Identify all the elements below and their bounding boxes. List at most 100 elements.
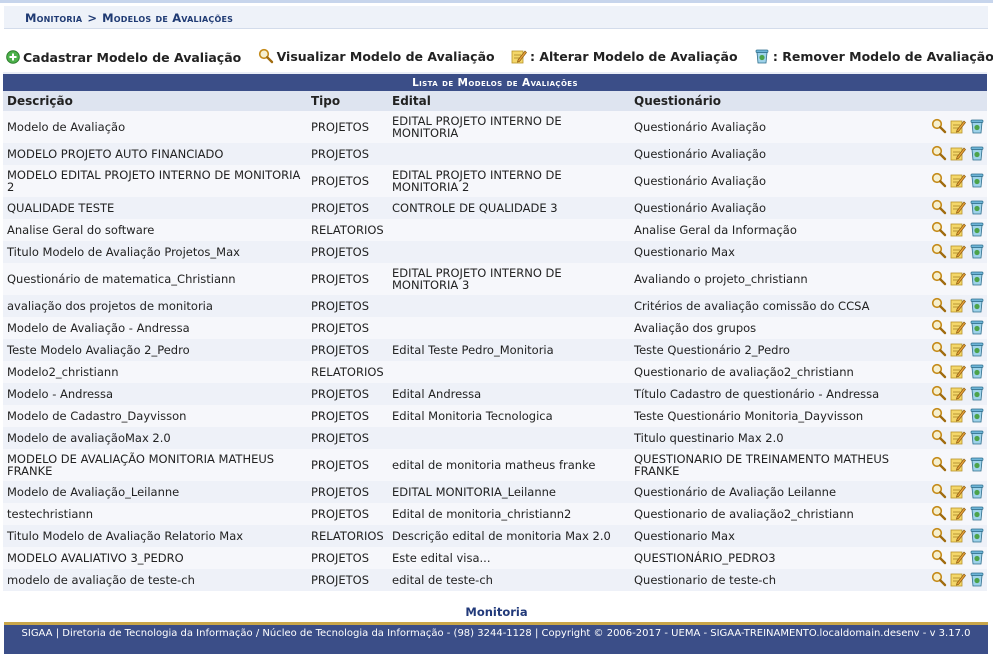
view-model-icon-button[interactable]	[931, 456, 947, 474]
table-row: testechristiann PROJETOS Edital de monitor…	[3, 503, 988, 525]
remove-model-icon-button[interactable]	[969, 407, 985, 425]
table-row: MODELO DE AVALIAÇÃO MONITORIA MATHEUS FR…	[3, 449, 988, 481]
view-model-icon-button[interactable]	[931, 270, 947, 288]
remove-model-label: : Remover Modelo de Avaliação	[772, 48, 993, 64]
cell-questionario: Teste Questionário Monitoria_Dayvisson	[630, 405, 916, 427]
row-actions	[916, 569, 988, 591]
cell-tipo: PROJETOS	[307, 481, 388, 503]
edit-model-icon-button[interactable]	[950, 145, 966, 163]
magnifier-icon	[931, 549, 947, 565]
view-model-icon-button[interactable]	[931, 385, 947, 403]
cell-descricao: Modelo de Avaliação - Andressa	[3, 317, 307, 339]
edit-model-icon-button[interactable]	[950, 505, 966, 523]
remove-model-icon-button[interactable]	[969, 571, 985, 589]
pencil-icon	[511, 50, 527, 64]
remove-model-icon-button[interactable]	[969, 456, 985, 474]
pencil-icon	[950, 365, 966, 379]
pencil-icon	[950, 573, 966, 587]
remove-model-icon-button[interactable]	[969, 297, 985, 315]
remove-model-icon-button[interactable]	[969, 172, 985, 190]
view-model-icon-button[interactable]	[931, 429, 947, 447]
edit-model-icon-button[interactable]	[950, 172, 966, 190]
edit-model-icon-button[interactable]	[950, 456, 966, 474]
cell-tipo: PROJETOS	[307, 449, 388, 481]
edit-model-icon-button[interactable]	[950, 549, 966, 567]
view-model-icon-button[interactable]	[931, 363, 947, 381]
remove-model-icon-button[interactable]	[969, 270, 985, 288]
cell-questionario: Questionário Avaliação	[630, 143, 916, 165]
row-actions	[916, 111, 988, 143]
edit-model-icon-button[interactable]	[950, 571, 966, 589]
row-actions	[916, 449, 988, 481]
cell-descricao: Teste Modelo Avaliação 2_Pedro	[3, 339, 307, 361]
edit-model-icon-button[interactable]	[950, 527, 966, 545]
top-accent-line	[0, 0, 993, 3]
remove-model-icon-button[interactable]	[969, 429, 985, 447]
view-model-icon-button[interactable]	[931, 172, 947, 190]
remove-model-icon-button[interactable]	[969, 341, 985, 359]
remove-model-icon-button[interactable]	[969, 385, 985, 403]
column-header-questionario: Questionário	[630, 91, 916, 111]
table-row: Modelo de Avaliação_Leilanne PROJETOS EDIT…	[3, 481, 988, 503]
edit-model-icon-button[interactable]	[950, 270, 966, 288]
edit-model-icon-button[interactable]	[950, 243, 966, 261]
view-model-legend: Visualizar Modelo de Avaliação	[258, 48, 495, 64]
view-model-icon-button[interactable]	[931, 571, 947, 589]
view-model-icon-button[interactable]	[931, 221, 947, 239]
row-actions	[916, 295, 988, 317]
remove-model-icon-button[interactable]	[969, 483, 985, 501]
trash-icon	[970, 408, 984, 423]
view-model-icon-button[interactable]	[931, 505, 947, 523]
edit-model-icon-button[interactable]	[950, 341, 966, 359]
remove-model-icon-button[interactable]	[969, 363, 985, 381]
edit-model-icon-button[interactable]	[950, 319, 966, 337]
remove-model-icon-button[interactable]	[969, 199, 985, 217]
trash-icon	[970, 342, 984, 357]
breadcrumb: Monitoria > Modelos de Avaliações	[4, 6, 988, 29]
cell-questionario: Critérios de avaliação comissão do CCSA	[630, 295, 916, 317]
edit-model-icon-button[interactable]	[950, 385, 966, 403]
view-model-icon-button[interactable]	[931, 118, 947, 136]
view-model-icon-button[interactable]	[931, 297, 947, 315]
view-model-icon-button[interactable]	[931, 199, 947, 217]
view-model-icon-button[interactable]	[931, 527, 947, 545]
pencil-icon	[950, 529, 966, 543]
view-model-icon-button[interactable]	[931, 341, 947, 359]
edit-model-icon-button[interactable]	[950, 199, 966, 217]
edit-model-icon-button[interactable]	[950, 221, 966, 239]
edit-model-icon-button[interactable]	[950, 297, 966, 315]
view-model-icon-button[interactable]	[931, 145, 947, 163]
view-model-icon-button[interactable]	[931, 319, 947, 337]
cell-edital: EDITAL MONITORIA_Leilanne	[388, 481, 630, 503]
remove-model-icon-button[interactable]	[969, 549, 985, 567]
trash-icon	[970, 200, 984, 215]
view-model-icon-button[interactable]	[931, 243, 947, 261]
pencil-icon	[950, 272, 966, 286]
remove-model-icon-button[interactable]	[969, 527, 985, 545]
cell-questionario: Questionário Avaliação	[630, 111, 916, 143]
cell-questionario: Questionário Avaliação	[630, 197, 916, 219]
remove-model-icon-button[interactable]	[969, 505, 985, 523]
view-model-icon-button[interactable]	[931, 549, 947, 567]
remove-model-icon-button[interactable]	[969, 221, 985, 239]
view-model-icon-button[interactable]	[931, 407, 947, 425]
edit-model-icon-button[interactable]	[950, 118, 966, 136]
edit-model-icon-button[interactable]	[950, 407, 966, 425]
remove-model-icon-button[interactable]	[969, 145, 985, 163]
breadcrumb-module[interactable]: Monitoria	[25, 11, 82, 25]
edit-model-icon-button[interactable]	[950, 429, 966, 447]
edit-model-icon-button[interactable]	[950, 483, 966, 501]
edit-model-icon-button[interactable]	[950, 363, 966, 381]
table-row: Teste Modelo Avaliação 2_Pedro PROJETOS Ed…	[3, 339, 988, 361]
cell-tipo: PROJETOS	[307, 569, 388, 591]
magnifier-icon	[931, 363, 947, 379]
footer: SIGAA | Diretoria de Tecnologia da Infor…	[4, 622, 988, 654]
remove-model-icon-button[interactable]	[969, 243, 985, 261]
row-actions	[916, 525, 988, 547]
magnifier-icon	[931, 270, 947, 286]
remove-model-icon-button[interactable]	[969, 319, 985, 337]
remove-model-icon-button[interactable]	[969, 118, 985, 136]
cell-questionario: Titulo questinario Max 2.0	[630, 427, 916, 449]
register-model-action[interactable]: Cadastrar Modelo de Avaliação	[6, 50, 241, 65]
view-model-icon-button[interactable]	[931, 483, 947, 501]
